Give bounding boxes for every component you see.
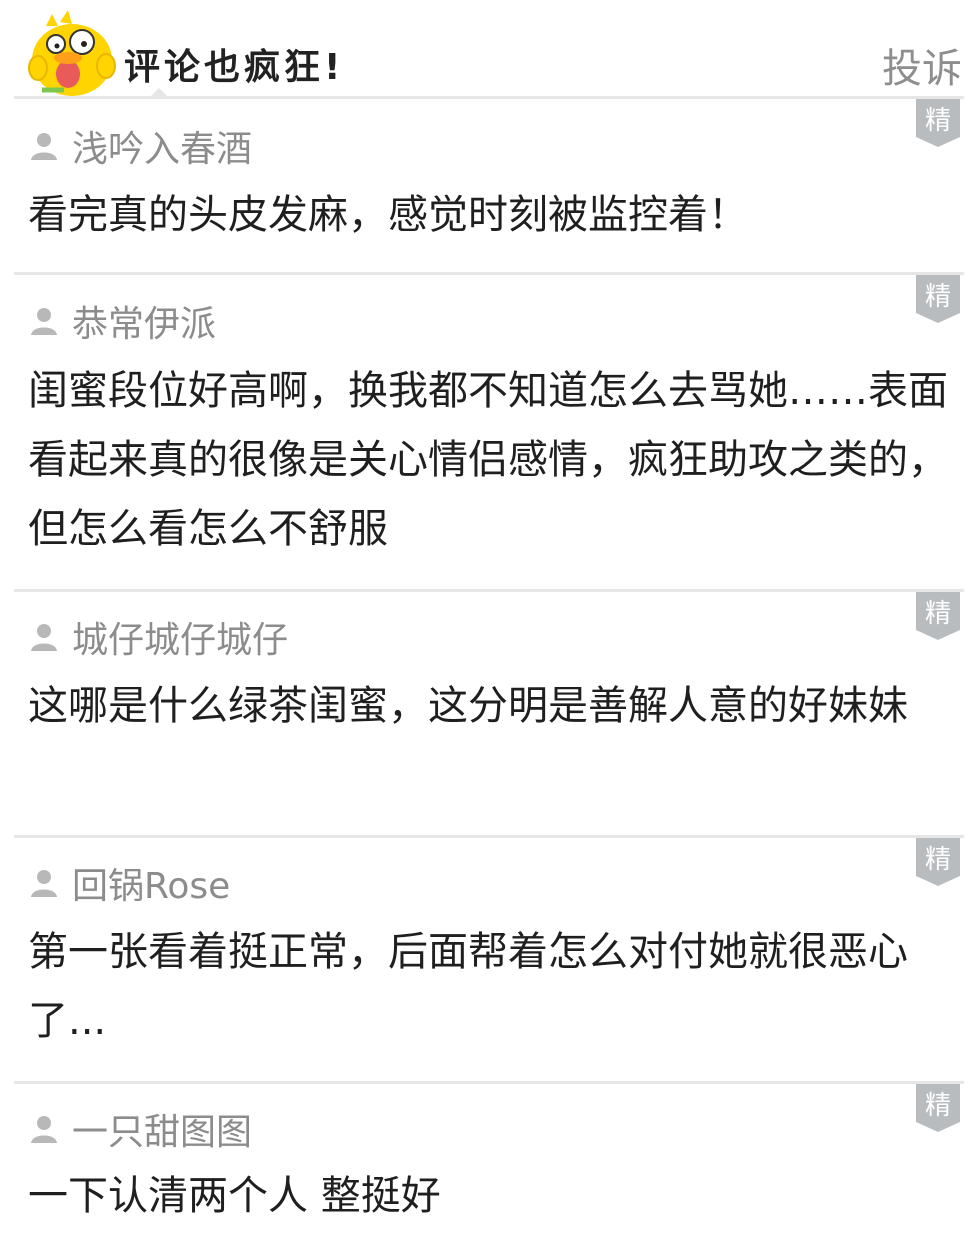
user-icon: [31, 1116, 57, 1143]
comment-item: 精 浅吟入春酒 看完真的头皮发麻，感觉时刻被监控着！: [0, 99, 978, 275]
comment-author[interactable]: 城仔城仔城仔: [28, 614, 289, 661]
comment-text: 闺蜜段位好高啊，换我都不知道怎么去骂她……表面看起来真的很像是关心情侣感情，疯狂…: [28, 368, 948, 552]
badge-label: 精: [925, 282, 951, 312]
badge-label: 精: [925, 1091, 951, 1121]
user-icon: [31, 308, 57, 335]
comment-item: 精 恭常伊派 闺蜜段位好高啊，换我都不知道怎么去骂她……表面看起来真的很像是关心…: [0, 275, 978, 592]
comment-author[interactable]: 浅吟入春酒: [28, 123, 253, 170]
featured-badge-icon: 精: [916, 275, 960, 323]
comments-header: 评论也疯狂! 投诉: [0, 0, 978, 100]
featured-badge-icon: 精: [916, 838, 960, 886]
featured-badge-icon: 精: [916, 1084, 960, 1132]
section-title: 评论也疯狂!: [124, 47, 345, 88]
featured-badge-icon: 精: [916, 592, 960, 640]
username: 恭常伊派: [72, 304, 217, 345]
user-icon: [31, 624, 57, 651]
comment-item: 精 一只甜图图 一下认清两个人 整挺好: [0, 1084, 978, 1239]
comment-item: 精 城仔城仔城仔 这哪是什么绿茶闺蜜，这分明是善解人意的好妹妹: [0, 592, 978, 838]
badge-label: 精: [925, 106, 951, 136]
report-button[interactable]: 投诉: [882, 36, 962, 94]
username: 回锅Rose: [72, 866, 231, 907]
username: 城仔城仔城仔: [72, 620, 289, 661]
comment-author[interactable]: 一只甜图图: [28, 1106, 253, 1153]
yellow-duck-mascot-icon: [28, 10, 116, 96]
badge-label: 精: [925, 599, 951, 629]
comment-text: 看完真的头皮发麻，感觉时刻被监控着！: [28, 192, 748, 238]
comment-text: 第一张看着挺正常，后面帮着怎么对付她就很恶心了...: [28, 929, 908, 1044]
comment-item: 精 回锅Rose 第一张看着挺正常，后面帮着怎么对付她就很恶心了...: [0, 838, 978, 1084]
username: 一只甜图图: [72, 1112, 253, 1153]
featured-badge-icon: 精: [916, 99, 960, 147]
comment-author[interactable]: 恭常伊派: [28, 298, 217, 345]
badge-label: 精: [925, 845, 951, 875]
comment-text: 一下认清两个人 整挺好: [28, 1173, 441, 1219]
comment-author[interactable]: 回锅Rose: [28, 860, 231, 907]
user-icon: [31, 870, 57, 897]
user-icon: [31, 133, 57, 160]
username: 浅吟入春酒: [72, 129, 253, 170]
comment-text: 这哪是什么绿茶闺蜜，这分明是善解人意的好妹妹: [28, 683, 908, 729]
